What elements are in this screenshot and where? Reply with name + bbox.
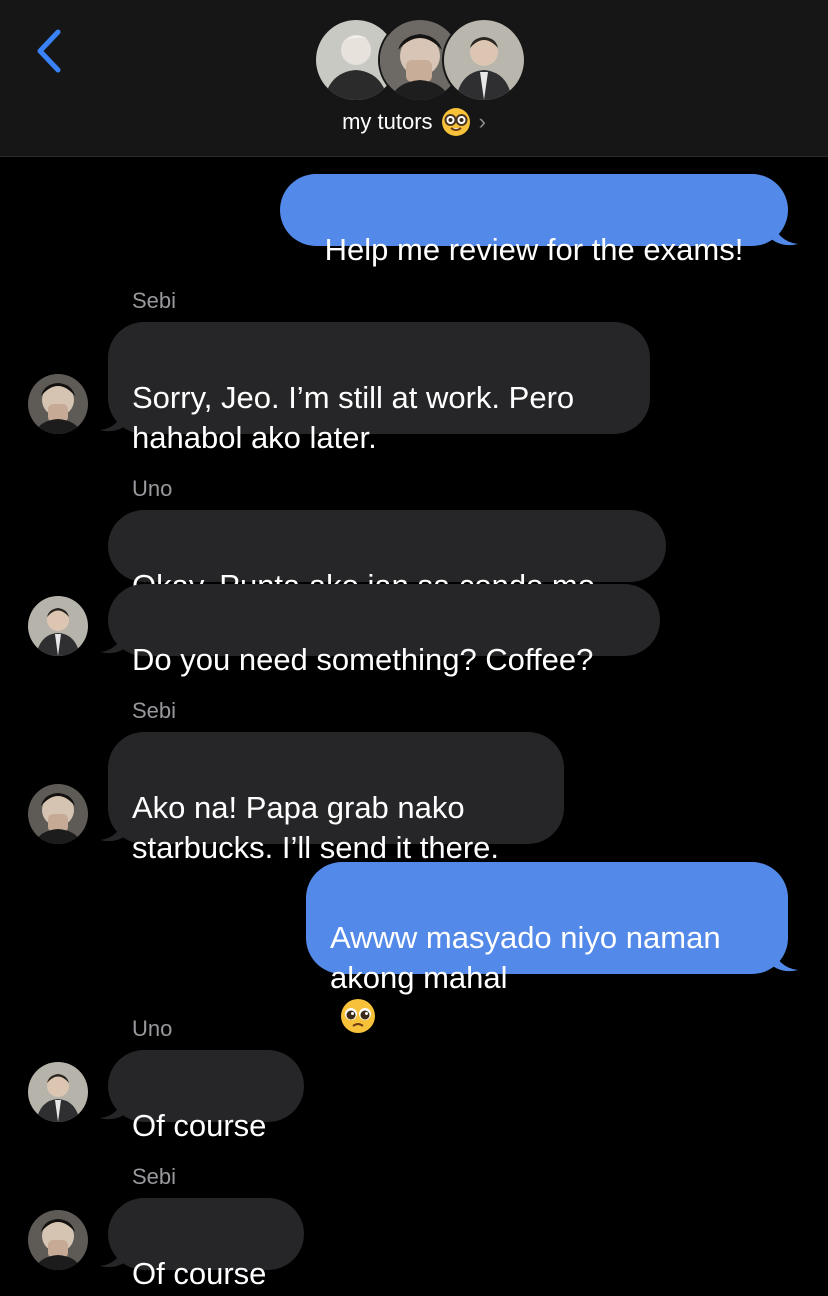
- bubble-tail: [100, 1240, 128, 1268]
- outgoing-message[interactable]: Awww masyado niyo naman akong mahal: [306, 862, 788, 1033]
- group-name: my tutors: [342, 109, 433, 134]
- bubble-tail: [770, 218, 798, 246]
- sender-label: Sebi: [132, 288, 177, 313]
- group-avatar-3: [442, 18, 526, 102]
- incoming-message[interactable]: Okay. Punta ako jan sa condo mo.: [108, 510, 666, 603]
- sender-label: Sebi: [132, 698, 177, 723]
- incoming-message[interactable]: Of course: [108, 1198, 304, 1291]
- avatar-uno: [28, 596, 88, 656]
- pleading-face-emoji-icon: [341, 999, 375, 1033]
- avatar-sebi: [28, 784, 88, 844]
- avatar-sebi: [28, 374, 88, 434]
- message-text: Of course: [132, 1256, 267, 1291]
- bubble-tail: [100, 404, 128, 432]
- message-text: Help me review for the exams!: [324, 232, 744, 267]
- chevron-right-icon: ›: [478, 109, 486, 134]
- sender-label: Uno: [132, 1016, 173, 1041]
- sender-label: Sebi: [132, 1164, 177, 1189]
- avatar-uno: [28, 1062, 88, 1122]
- message-text: Ako na! Papa grab nako starbucks. I’ll s…: [132, 790, 499, 865]
- conversation-header: my tutors ›: [0, 0, 828, 157]
- conversation-title[interactable]: my tutors ›: [0, 106, 828, 138]
- incoming-message[interactable]: Of course: [108, 1050, 304, 1143]
- incoming-message[interactable]: Ako na! Papa grab nako starbucks. I’ll s…: [108, 732, 564, 865]
- bubble-tail: [100, 626, 128, 654]
- message-text: Awww masyado niyo naman akong mahal: [330, 920, 721, 995]
- incoming-message[interactable]: Do you need something? Coffee?: [108, 584, 660, 677]
- bubble-tail: [100, 1092, 128, 1120]
- group-avatar-stack[interactable]: [314, 18, 526, 102]
- outgoing-message[interactable]: Help me review for the exams!: [280, 174, 788, 267]
- sender-label: Uno: [132, 476, 173, 501]
- message-text: Sorry, Jeo. I’m still at work. Pero haha…: [132, 380, 575, 455]
- avatar-sebi: [28, 1210, 88, 1270]
- nerd-face-emoji-icon: [441, 108, 470, 136]
- incoming-message[interactable]: Sorry, Jeo. I’m still at work. Pero haha…: [108, 322, 650, 455]
- bubble-tail: [770, 944, 798, 972]
- message-text: Do you need something? Coffee?: [132, 642, 594, 677]
- message-text: Of course: [132, 1108, 267, 1143]
- bubble-tail: [100, 814, 128, 842]
- back-chevron-icon[interactable]: [30, 28, 70, 74]
